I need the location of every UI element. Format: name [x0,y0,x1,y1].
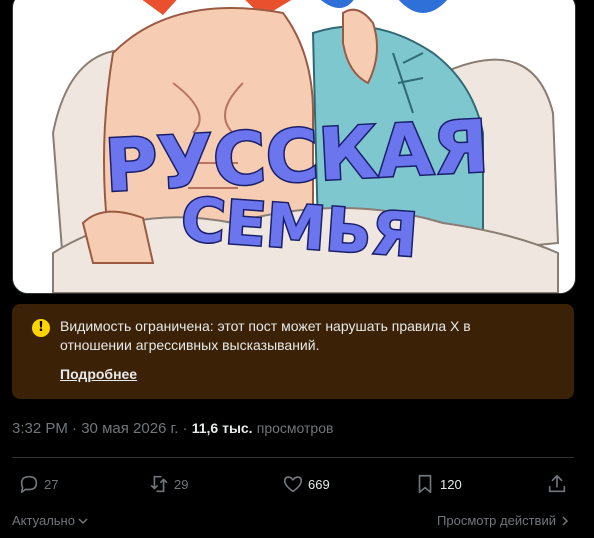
post-date[interactable]: 30 мая 2026 г. [81,420,178,437]
bookmark-button[interactable]: 120 [414,473,462,495]
notice-text: Видимость ограничена: этот пост может на… [60,318,471,353]
repost-button[interactable]: 29 [148,473,188,495]
chevron-down-icon [78,517,88,524]
bookmark-icon [418,474,432,494]
bookmark-count: 120 [440,476,462,492]
views-label: просмотров [256,420,334,436]
divider [12,457,574,458]
reply-count: 27 [44,476,59,492]
post-detail: РУССКАЯ СЕМЬЯ ! Видимость ограничена: эт… [0,0,594,538]
reply-button[interactable]: 27 [18,473,58,495]
exclamation-icon: ! [32,319,50,337]
post-meta: 3:32 PM · 30 мая 2026 г. · 11,6 тыс. про… [12,420,333,437]
views-count: 11,6 тыс. [191,420,253,436]
chevron-right-icon [562,515,569,526]
reply-icon [20,475,38,494]
like-button[interactable]: 669 [282,473,330,495]
sort-replies-dropdown[interactable]: Актуально [12,513,89,528]
like-count: 669 [308,476,330,492]
illustration: РУССКАЯ СЕМЬЯ [13,0,575,293]
post-time[interactable]: 3:32 PM [12,420,68,437]
sort-label: Актуально [12,513,75,528]
heart-icon [283,476,303,493]
view-activity-link[interactable]: Просмотр действий [437,513,570,528]
meta-separator-2: · [182,420,188,437]
activity-label: Просмотр действий [437,513,556,528]
learn-more-link[interactable]: Подробнее [60,366,137,382]
meta-separator: · [72,420,78,437]
post-image[interactable]: РУССКАЯ СЕМЬЯ [12,0,576,294]
repost-count: 29 [174,476,189,492]
visibility-notice: ! Видимость ограничена: этот пост может … [12,304,574,399]
share-button[interactable] [546,473,568,495]
repost-icon [150,475,168,493]
share-icon [548,474,566,493]
